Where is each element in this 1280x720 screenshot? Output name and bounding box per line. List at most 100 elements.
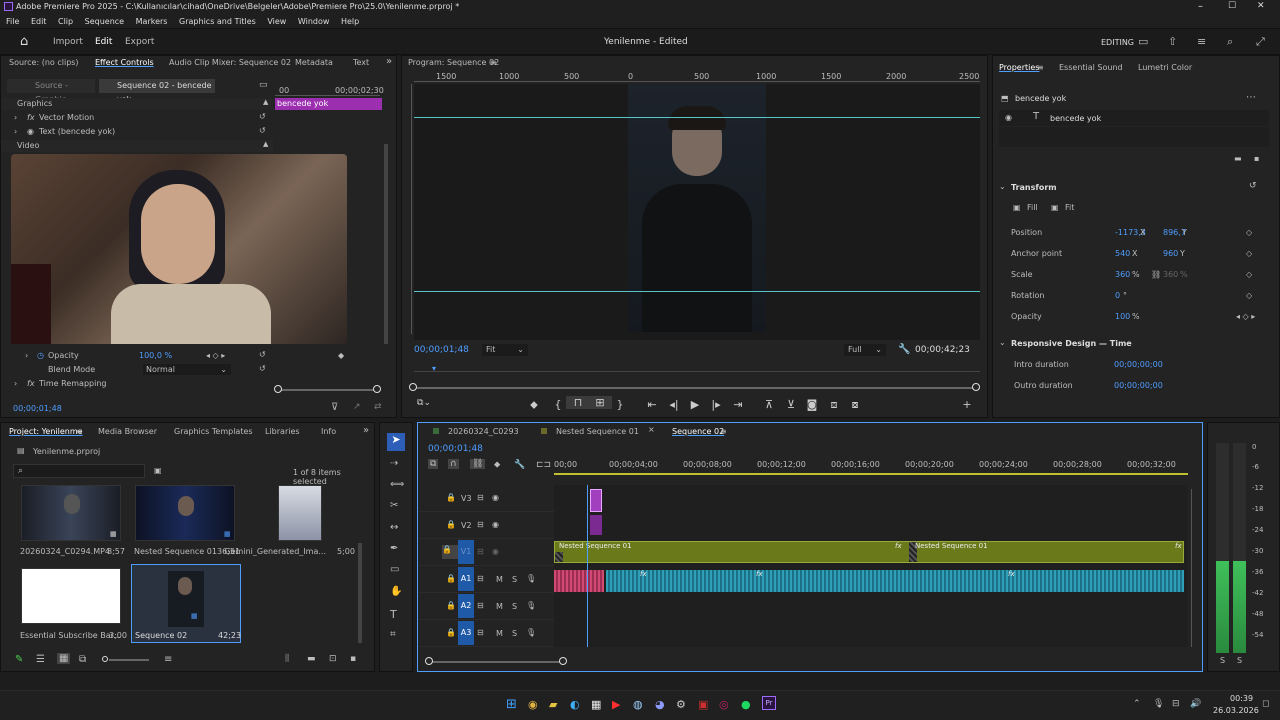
tab-essential-sound[interactable]: Essential Sound	[1059, 61, 1123, 75]
rotation-value[interactable]: 0	[1115, 285, 1120, 306]
mark-in-point-icon[interactable]: ⊓	[566, 396, 590, 409]
media-thumb-2[interactable]: ▦	[135, 485, 235, 541]
sync-lock-icon[interactable]: ⊟	[477, 601, 484, 610]
panel-toggle-icon[interactable]: ▭	[259, 80, 268, 90]
tab-source[interactable]: Source: (no clips)	[9, 56, 79, 70]
tab-properties[interactable]: Properties	[999, 61, 1039, 75]
tab-audio-clip-mixer[interactable]: Audio Clip Mixer: Sequence 02	[169, 56, 291, 70]
menu-lines-icon[interactable]: ≡	[76, 427, 83, 436]
microphone-icon[interactable]: 🎙	[526, 601, 536, 610]
add-button-icon[interactable]: +	[955, 398, 979, 411]
fill-label[interactable]: Fill	[1027, 203, 1038, 212]
minimize-button[interactable]: –	[1198, 1, 1203, 12]
type-tool-icon[interactable]: T	[390, 608, 397, 621]
microphone-icon[interactable]: 🎙	[526, 628, 536, 637]
menu-lines-icon[interactable]: ≡	[720, 427, 727, 436]
track-label-source[interactable]: A2	[458, 594, 474, 618]
slip-tool-icon[interactable]: ↔	[390, 522, 398, 533]
ripple-edit-tool-icon[interactable]: ⟺	[390, 479, 404, 490]
spotify-icon[interactable]: ●	[741, 698, 751, 711]
menu-lines-icon[interactable]: ≡	[490, 58, 497, 67]
mute-button[interactable]: M	[496, 575, 503, 584]
settings-icon[interactable]: ⚙	[676, 698, 686, 711]
selection-tool-icon[interactable]: ➤	[387, 433, 405, 451]
mute-button[interactable]: M	[496, 629, 503, 638]
menu-sequence[interactable]: Sequence	[85, 17, 124, 26]
search-icon[interactable]: ⌕	[1227, 35, 1233, 49]
time-remapping-row[interactable]: › fx Time Remapping	[1, 378, 271, 391]
ec-zoom-handle-left[interactable]	[274, 385, 282, 393]
scroll-handle-right[interactable]	[559, 657, 567, 665]
microphone-icon[interactable]: 🎙	[1153, 699, 1164, 709]
youtube-icon[interactable]: ▶	[612, 698, 620, 711]
edge-icon[interactable]: ◐	[570, 698, 580, 711]
collapse-up-icon[interactable]: ▲	[263, 140, 268, 148]
media-thumb-3[interactable]	[278, 485, 322, 541]
expand-chevron-icon[interactable]: ›	[25, 351, 28, 360]
sync-lock-icon[interactable]: ⊟	[477, 547, 484, 556]
scroll-handle-left[interactable]	[425, 657, 433, 665]
tab-info[interactable]: Info	[321, 425, 336, 439]
reset-icon[interactable]: ↺	[259, 350, 266, 359]
razor-tool-icon[interactable]: ✂	[390, 500, 398, 511]
more-options-icon[interactable]: ⋯	[1246, 92, 1256, 103]
timeline-timecode[interactable]: 00;00;01;48	[428, 444, 483, 454]
home-icon[interactable]: ⌂	[20, 34, 28, 49]
quality-select[interactable]: Full ⌄	[844, 344, 886, 356]
eye-icon[interactable]: ◉	[27, 127, 34, 136]
scale-value[interactable]: 360	[1115, 264, 1130, 285]
track-select-tool-icon[interactable]: ⇢	[390, 458, 398, 469]
sync-lock-icon[interactable]: ⊟	[477, 574, 484, 583]
menu-help[interactable]: Help	[341, 17, 359, 26]
track-area[interactable]: Nested Sequence 01 fx Nested Sequence 01…	[554, 485, 1188, 647]
workspaces-icon[interactable]: ▭	[1138, 35, 1148, 48]
snap-icon[interactable]: ∩	[448, 459, 459, 469]
eye-icon[interactable]: ◉	[492, 547, 499, 556]
step-forward-icon[interactable]: |▸	[704, 398, 728, 411]
eye-icon[interactable]: ◉	[492, 493, 499, 502]
link-icon[interactable]: ⛓	[1151, 264, 1161, 285]
blend-mode-select[interactable]: Normal ⌄	[143, 364, 231, 375]
workspace-label[interactable]: EDITING	[1101, 38, 1134, 47]
go-to-out-icon[interactable]: ⇥	[726, 398, 750, 411]
anchor-x-value[interactable]: 540	[1115, 243, 1130, 264]
premiere-taskbar-icon[interactable]: Pr	[762, 696, 776, 710]
clock-time[interactable]: 00:39	[1230, 694, 1253, 703]
wrench-icon[interactable]: 🔧	[514, 460, 525, 470]
solo-button[interactable]: S	[512, 629, 517, 638]
media-item-sequence-02[interactable]: ▦ Sequence 02 42;23	[131, 564, 241, 643]
add-marker-icon[interactable]: ⬥	[494, 460, 500, 470]
lock-icon[interactable]: 🔒	[446, 601, 456, 610]
solo-button[interactable]: S	[512, 575, 517, 584]
tab-effect-controls[interactable]: Effect Controls	[95, 56, 154, 70]
lock-icon[interactable]: 🔒	[446, 574, 456, 583]
nested-clip-1[interactable]: Nested Sequence 01 fx Nested Sequence 01…	[554, 541, 1184, 563]
vector-motion-row[interactable]: › fx Vector Motion ↺	[1, 112, 273, 125]
network-icon[interactable]: ⊟	[1172, 699, 1180, 709]
reset-icon[interactable]: ↺	[1249, 181, 1257, 191]
linked-selection-icon[interactable]: ⛓	[470, 459, 486, 469]
add-marker-icon[interactable]: ⬥	[522, 398, 546, 412]
solo-button[interactable]: S	[512, 602, 517, 611]
proxy-icon[interactable]: ⧇	[843, 398, 867, 412]
menu-file[interactable]: File	[6, 17, 19, 26]
zoom-select[interactable]: Fit ⌄	[482, 344, 528, 356]
settings-icon[interactable]: ⇄	[374, 402, 382, 412]
zoom-slider-knob[interactable]	[102, 656, 108, 662]
expand-chevron-icon[interactable]: ⌄	[999, 182, 1006, 191]
outro-duration-value[interactable]: 00;00;00;00	[1114, 381, 1163, 390]
pen-tool-icon[interactable]: ✒	[390, 543, 398, 554]
audio-clip-a1-selected[interactable]	[554, 570, 604, 592]
tray-chevron-icon[interactable]: ⌃	[1133, 699, 1141, 709]
graphic-clip-v2[interactable]	[590, 515, 602, 535]
fill-icon[interactable]: ▣	[1013, 203, 1021, 212]
solo-left-button[interactable]: S	[1220, 656, 1225, 665]
clock-date[interactable]: 26.03.2026	[1213, 706, 1259, 715]
keyframe-icon[interactable]: ◇	[1246, 222, 1252, 243]
expand-chevron-icon[interactable]: ›	[14, 127, 17, 136]
track-label-source[interactable]: A1	[458, 567, 474, 591]
new-item-icon[interactable]: ⊡	[329, 654, 337, 664]
lock-icon[interactable]: 🔒	[446, 493, 456, 502]
keyframe-nav-icon[interactable]: ◂ ◇ ▸	[206, 351, 225, 360]
keyframe-icon[interactable]: ◆	[338, 351, 344, 360]
